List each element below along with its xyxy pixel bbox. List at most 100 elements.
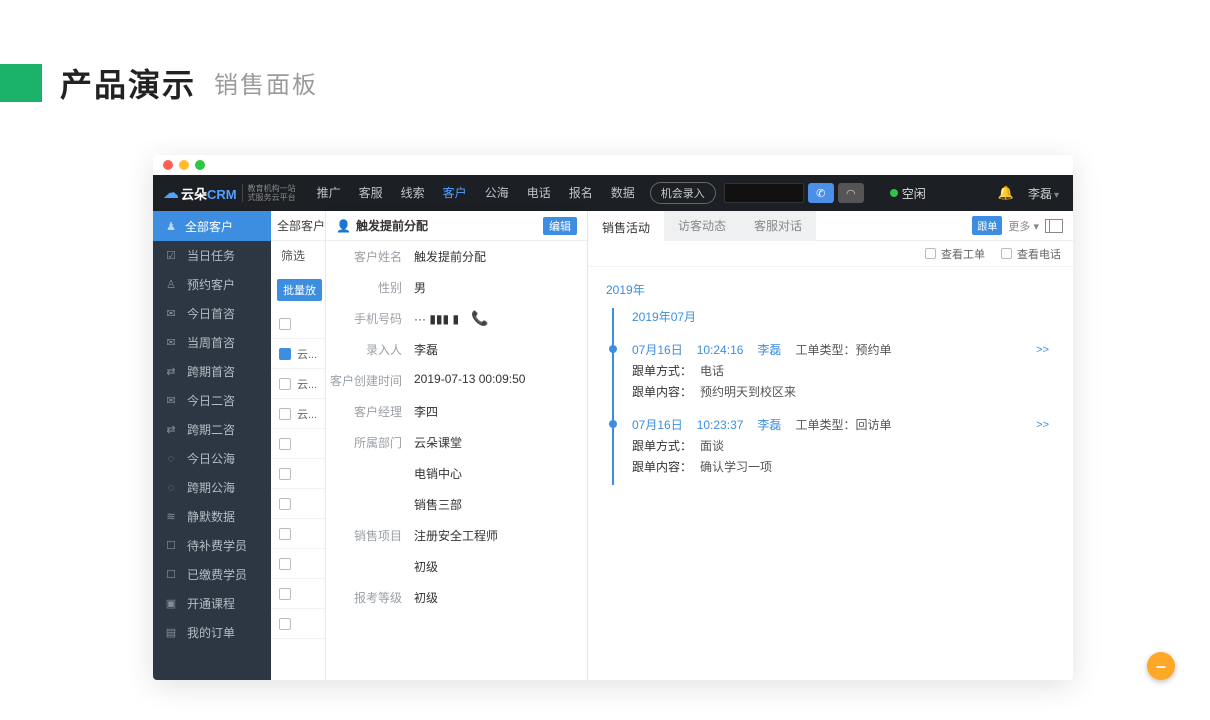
field-value: 男 bbox=[414, 279, 426, 296]
hangup-button[interactable]: ◠ bbox=[838, 183, 864, 203]
checkbox-icon bbox=[279, 348, 291, 360]
sidebar-icon: ✉ bbox=[165, 394, 177, 407]
opportunity-button[interactable]: 机会录入 bbox=[650, 182, 716, 204]
list-row[interactable] bbox=[271, 429, 325, 459]
detail-header: 👤 触发提前分配 编辑 bbox=[326, 211, 587, 241]
activity-tab[interactable]: 访客动态 bbox=[664, 211, 740, 241]
sidebar-item[interactable]: ☐已缴费学员 bbox=[153, 560, 271, 589]
detail-field: 电销中心 bbox=[326, 458, 587, 489]
status-text: 空闲 bbox=[902, 185, 926, 202]
call-button[interactable]: ✆ bbox=[808, 183, 834, 203]
sidebar-item[interactable]: ▤我的订单 bbox=[153, 618, 271, 647]
bell-icon[interactable]: 🔔 bbox=[998, 185, 1014, 201]
view-calls-checkbox[interactable]: 查看电话 bbox=[1001, 246, 1061, 262]
topnav-item[interactable]: 推广 bbox=[310, 175, 348, 211]
topnav-item[interactable]: 客服 bbox=[352, 175, 390, 211]
list-row[interactable] bbox=[271, 579, 325, 609]
sidebar-icon: ≋ bbox=[165, 510, 177, 523]
field-label: 性别 bbox=[326, 279, 414, 296]
entry-date: 07月16日 bbox=[632, 416, 683, 433]
dial-input[interactable] bbox=[724, 183, 804, 203]
sidebar-item[interactable]: ☐待补费学员 bbox=[153, 531, 271, 560]
list-row[interactable] bbox=[271, 489, 325, 519]
entry-head: 07月16日10:24:16李磊工单类型：预约单>> bbox=[632, 341, 1055, 358]
sidebar-icon: ✉ bbox=[165, 336, 177, 349]
sidebar-item[interactable]: ✉ 今日二咨 bbox=[153, 386, 271, 415]
view-tickets-checkbox[interactable]: 查看工单 bbox=[925, 246, 985, 262]
filter-row[interactable]: 筛选 bbox=[271, 241, 325, 271]
checkbox-icon bbox=[279, 318, 291, 330]
sidebar-head[interactable]: ♟ 全部客户 bbox=[153, 211, 271, 241]
field-value: 销售三部 bbox=[414, 496, 462, 513]
sidebar-item[interactable]: ◌今日公海 bbox=[153, 444, 271, 473]
logo-crm: CRM bbox=[207, 187, 237, 202]
sidebar-icon: ☑ bbox=[165, 249, 177, 262]
list-row[interactable] bbox=[271, 459, 325, 489]
more-link[interactable]: 更多 ▾ bbox=[1008, 218, 1039, 234]
list-row[interactable] bbox=[271, 309, 325, 339]
sidebar-item[interactable]: ☑当日任务 bbox=[153, 241, 271, 270]
user-menu[interactable]: 李磊▾ bbox=[1028, 185, 1059, 202]
entry-type: 工单类型：预约单 bbox=[795, 341, 891, 358]
sidebar-item[interactable]: ≋静默数据 bbox=[153, 502, 271, 531]
mac-titlebar bbox=[153, 155, 1073, 175]
phone-icon[interactable]: 📞 bbox=[471, 310, 488, 326]
sidebar-item[interactable]: ✉ 当周首咨 bbox=[153, 328, 271, 357]
field-label: 报考等级 bbox=[326, 589, 414, 606]
sidebar-icon: ♙ bbox=[165, 278, 177, 291]
sidebar-item[interactable]: ▣开通课程 bbox=[153, 589, 271, 618]
list-row[interactable]: 云... bbox=[271, 339, 325, 369]
entry-more[interactable]: >> bbox=[1036, 344, 1055, 356]
entry-line: 跟单内容：预约明天到校区来 bbox=[632, 379, 1055, 400]
chevron-down-icon: ▾ bbox=[1054, 190, 1059, 201]
edit-button[interactable]: 编辑 bbox=[543, 217, 577, 235]
detail-field: 客户经理李四 bbox=[326, 396, 587, 427]
list-row[interactable] bbox=[271, 519, 325, 549]
close-dot[interactable] bbox=[163, 160, 173, 170]
minimize-dot[interactable] bbox=[179, 160, 189, 170]
sidebar-item[interactable]: ⇄跨期首咨 bbox=[153, 357, 271, 386]
follow-tag[interactable]: 跟单 bbox=[972, 216, 1002, 235]
entry-line: 跟单内容：确认学习一项 bbox=[632, 454, 1055, 475]
topnav-item[interactable]: 电话 bbox=[520, 175, 558, 211]
sidebar-item[interactable]: ♙预约客户 bbox=[153, 270, 271, 299]
logo-subtitle: 教育机构一站 式服务云平台 bbox=[242, 184, 296, 202]
entry-more[interactable]: >> bbox=[1036, 419, 1055, 431]
sidebar-icon: ◌ bbox=[165, 453, 177, 465]
sidebar-item[interactable]: ◌跨期公海 bbox=[153, 473, 271, 502]
app-window: ☁ 云朵CRM 教育机构一站 式服务云平台 推广客服线索客户公海电话报名数据 机… bbox=[153, 155, 1073, 680]
topnav-item[interactable]: 报名 bbox=[562, 175, 600, 211]
sidebar-item[interactable]: ⇄跨期二咨 bbox=[153, 415, 271, 444]
checkbox-icon bbox=[279, 498, 291, 510]
list-row[interactable]: 云... bbox=[271, 399, 325, 429]
topnav-item[interactable]: 客户 bbox=[436, 175, 474, 211]
layout-icon[interactable] bbox=[1045, 219, 1063, 233]
sidebar: ♟ 全部客户 ☑当日任务♙预约客户✉今日首咨 ✉ 当周首咨 ⇄跨期首咨 ✉ 今日二咨 ⇄跨期… bbox=[153, 211, 271, 680]
sidebar-icon: ▣ bbox=[165, 597, 177, 610]
list-row[interactable]: 云... bbox=[271, 369, 325, 399]
sidebar-label: 当周首咨 bbox=[187, 334, 235, 351]
zoom-dot[interactable] bbox=[195, 160, 205, 170]
sidebar-label: 今日二咨 bbox=[187, 392, 235, 409]
list-row[interactable] bbox=[271, 549, 325, 579]
detail-title: 触发提前分配 bbox=[356, 217, 428, 234]
detail-field: 手机号码··· ▮▮▮ ▮📞 bbox=[326, 303, 587, 334]
topnav-item[interactable]: 线索 bbox=[394, 175, 432, 211]
activity-panel: 销售活动访客动态客服对话 跟单 更多 ▾ 查看工单 查看电话 bbox=[588, 211, 1073, 680]
list-row[interactable] bbox=[271, 609, 325, 639]
activity-tab[interactable]: 客服对话 bbox=[740, 211, 816, 241]
topnav-item[interactable]: 数据 bbox=[604, 175, 642, 211]
topnav-item[interactable]: 公海 bbox=[478, 175, 516, 211]
batch-button[interactable]: 批量放 bbox=[277, 279, 322, 301]
sidebar-icon: ⇄ bbox=[165, 423, 177, 436]
field-label: 客户创建时间 bbox=[326, 372, 414, 389]
checkbox-icon bbox=[279, 408, 291, 420]
top-nav: 推广客服线索客户公海电话报名数据 bbox=[310, 175, 642, 211]
fab-button[interactable]: – bbox=[1147, 652, 1175, 680]
sidebar-item[interactable]: ✉今日首咨 bbox=[153, 299, 271, 328]
activity-tab[interactable]: 销售活动 bbox=[588, 211, 664, 241]
field-value: 初级 bbox=[414, 589, 438, 606]
customer-detail: 👤 触发提前分配 编辑 客户姓名触发提前分配性别男手机号码··· ▮▮▮ ▮📞录… bbox=[326, 211, 588, 680]
entry-time: 10:23:37 bbox=[697, 418, 744, 432]
field-value: 初级 bbox=[414, 558, 438, 575]
